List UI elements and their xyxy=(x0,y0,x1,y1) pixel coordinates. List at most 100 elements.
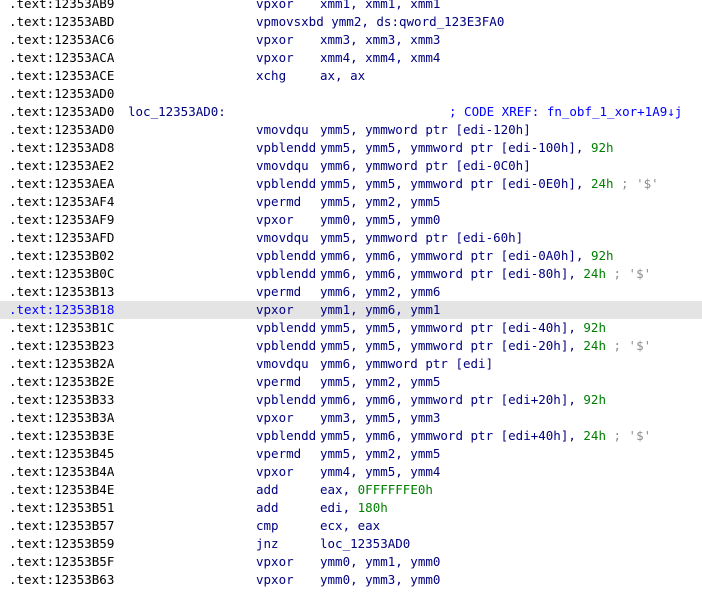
listing-row[interactable]: .text:12353AF4 vpermd ymm5, ymm2, ymm5 xyxy=(0,193,702,211)
mnemonic[interactable]: vpxor xyxy=(256,301,294,319)
disassembly-listing[interactable]: .text:12353AB9 vpxor xmm1, xmm1, xmm1 .text… xyxy=(0,0,702,589)
mnemonic[interactable]: vpxor xyxy=(256,49,294,67)
address[interactable]: .text:12353B57 xyxy=(9,517,114,535)
mnemonic[interactable]: vpermd xyxy=(256,193,301,211)
listing-row[interactable]: .text:12353AD0 xyxy=(0,85,702,103)
listing-row[interactable]: .text:12353B2A vmovdqu ymm6, ymmword ptr [… xyxy=(0,355,702,373)
address[interactable]: .text:12353B51 xyxy=(9,499,114,517)
address[interactable]: .text:12353B33 xyxy=(9,391,114,409)
address[interactable]: .text:12353AFD xyxy=(9,229,114,247)
address[interactable]: .text:12353ACE xyxy=(9,67,114,85)
mnemonic[interactable]: vpxor xyxy=(256,211,294,229)
operands[interactable]: ymm6, ymm6, ymmword ptr [edi+20h], 92h xyxy=(320,391,606,409)
address[interactable]: .text:12353B23 xyxy=(9,337,114,355)
operands[interactable]: ymm3, ymm5, ymm3 xyxy=(320,409,440,427)
listing-row[interactable]: .text:12353B3E vpblendd ymm5, ymm6, ymmwor… xyxy=(0,427,702,445)
listing-row[interactable]: .text:12353AD0 loc_12353AD0: ; CODE XREF: … xyxy=(0,103,702,121)
listing-row[interactable]: .text:12353B13 vpermd ymm6, ymm2, ymm6 xyxy=(0,283,702,301)
address[interactable]: .text:12353AD0 xyxy=(9,85,114,103)
mnemonic[interactable]: vpblendd xyxy=(256,319,316,337)
mnemonic[interactable]: vmovdqu xyxy=(256,157,309,175)
listing-row[interactable]: .text:12353AE2 vmovdqu ymm6, ymmword ptr [… xyxy=(0,157,702,175)
operands[interactable]: ymm0, ymm3, ymm0 xyxy=(320,571,440,589)
address[interactable]: .text:12353B45 xyxy=(9,445,114,463)
listing-row[interactable]: .text:12353AF9 vpxor ymm0, ymm5, ymm0 xyxy=(0,211,702,229)
listing-row[interactable]: .text:12353B51 add edi, 180h xyxy=(0,499,702,517)
operands[interactable]: eax, 0FFFFFFE0h xyxy=(320,481,433,499)
mnemonic[interactable]: vpxor xyxy=(256,409,294,427)
address[interactable]: .text:12353B3A xyxy=(9,409,114,427)
address[interactable]: .text:12353AF9 xyxy=(9,211,114,229)
listing-row[interactable]: .text:12353B02 vpblendd ymm6, ymm6, ymmwor… xyxy=(0,247,702,265)
operands[interactable]: ymm4, ymm5, ymm4 xyxy=(320,463,440,481)
address[interactable]: .text:12353B59 xyxy=(9,535,114,553)
listing-row[interactable]: .text:12353ACA vpxor xmm4, xmm4, xmm4 xyxy=(0,49,702,67)
address[interactable]: .text:12353B5F xyxy=(9,553,114,571)
address[interactable]: .text:12353AD8 xyxy=(9,139,114,157)
address[interactable]: .text:12353B2A xyxy=(9,355,114,373)
mnemonic[interactable]: vpblendd xyxy=(256,247,316,265)
operands[interactable]: ymm6, ymm6, ymmword ptr [edi-0A0h], 92h xyxy=(320,247,614,265)
mnemonic[interactable]: vmovdqu xyxy=(256,229,309,247)
mnemonic[interactable]: cmp xyxy=(256,517,279,535)
listing-row[interactable]: .text:12353B0C vpblendd ymm6, ymm6, ymmwor… xyxy=(0,265,702,283)
mnemonic[interactable]: vpermd xyxy=(256,373,301,391)
address[interactable]: .text:12353B63 xyxy=(9,571,114,589)
operands[interactable]: ymm5, ymm2, ymm5 xyxy=(320,445,440,463)
listing-row[interactable]: .text:12353B1C vpblendd ymm5, ymm5, ymmwor… xyxy=(0,319,702,337)
operands[interactable]: ymm5, ymm5, ymmword ptr [edi-40h], 92h xyxy=(320,319,606,337)
operands[interactable]: ymm6, ymmword ptr [edi] xyxy=(320,355,493,373)
mnemonic[interactable]: vpblendd xyxy=(256,391,316,409)
operands[interactable]: ymm5, ymm2, ymm5 xyxy=(320,373,440,391)
listing-row[interactable]: .text:12353AEA vpblendd ymm5, ymm5, ymmwor… xyxy=(0,175,702,193)
operands[interactable]: ymm0, ymm5, ymm0 xyxy=(320,211,440,229)
operands[interactable]: ymm5, ymm5, ymmword ptr [edi-20h], 24h ;… xyxy=(320,337,651,355)
listing-row[interactable]: .text:12353B4A vpxor ymm4, ymm5, ymm4 xyxy=(0,463,702,481)
operands[interactable]: ymm6, ymmword ptr [edi-0C0h] xyxy=(320,157,531,175)
address[interactable]: .text:12353B2E xyxy=(9,373,114,391)
mnemonic[interactable]: vpblendd xyxy=(256,175,316,193)
operands[interactable]: xmm3, xmm3, xmm3 xyxy=(320,31,440,49)
listing-row[interactable]: .text:12353AB9 vpxor xmm1, xmm1, xmm1 xyxy=(0,0,702,13)
mnemonic[interactable]: xchg xyxy=(256,67,286,85)
address[interactable]: .text:12353AE2 xyxy=(9,157,114,175)
address[interactable]: .text:12353AD0 xyxy=(9,121,114,139)
listing-row[interactable]: .text:12353B33 vpblendd ymm6, ymm6, ymmwor… xyxy=(0,391,702,409)
mnemonic[interactable]: vpermd xyxy=(256,445,301,463)
operands[interactable]: ymm5, ymmword ptr [edi-120h] xyxy=(320,121,531,139)
listing-row[interactable]: .text:12353B2E vpermd ymm5, ymm2, ymm5 xyxy=(0,373,702,391)
operands[interactable]: ecx, eax xyxy=(320,517,380,535)
listing-row[interactable]: .text:12353B63 vpxor ymm0, ymm3, ymm0 xyxy=(0,571,702,589)
operands[interactable]: xmm4, xmm4, xmm4 xyxy=(320,49,440,67)
operands[interactable]: ymm5, ymm6, ymmword ptr [edi+40h], 24h ;… xyxy=(320,427,651,445)
operands[interactable]: ymm6, ymm2, ymm6 xyxy=(320,283,440,301)
mnemonic[interactable]: vpblendd xyxy=(256,139,316,157)
mnemonic[interactable]: vpblendd xyxy=(256,337,316,355)
operands[interactable]: ax, ax xyxy=(320,67,365,85)
address[interactable]: .text:12353AD0 xyxy=(9,103,114,121)
address[interactable]: .text:12353B02 xyxy=(9,247,114,265)
operands[interactable]: ymm5, ymm5, ymmword ptr [edi-100h], 92h xyxy=(320,139,614,157)
operands[interactable]: ymm5, ymm5, ymmword ptr [edi-0E0h], 24h … xyxy=(320,175,659,193)
operands[interactable]: ymm5, ymmword ptr [edi-60h] xyxy=(320,229,523,247)
listing-row[interactable]: .text:12353AD0 vmovdqu ymm5, ymmword ptr [… xyxy=(0,121,702,139)
address[interactable]: .text:12353B13 xyxy=(9,283,114,301)
address[interactable]: .text:12353B18 xyxy=(9,301,114,319)
mnemonic[interactable]: add xyxy=(256,481,279,499)
address[interactable]: .text:12353AF4 xyxy=(9,193,114,211)
address[interactable]: .text:12353ACA xyxy=(9,49,114,67)
operands[interactable]: ymm6, ymm6, ymmword ptr [edi-80h], 24h ;… xyxy=(320,265,651,283)
mnemonic[interactable]: jnz xyxy=(256,535,279,553)
xref-comment[interactable]: ; CODE XREF: fn_obf_1_xor+1A9↓j xyxy=(449,103,682,121)
address[interactable]: .text:12353B3E xyxy=(9,427,114,445)
mnemonic[interactable]: vpxor xyxy=(256,463,294,481)
address[interactable]: .text:12353AB9 xyxy=(9,0,114,13)
operands[interactable]: loc_12353AD0 xyxy=(320,535,410,553)
listing-row[interactable]: .text:12353B3A vpxor ymm3, ymm5, ymm3 xyxy=(0,409,702,427)
mnemonic[interactable]: vmovdqu xyxy=(256,355,309,373)
listing-row[interactable]: .text:12353AFD vmovdqu ymm5, ymmword ptr [… xyxy=(0,229,702,247)
mnemonic[interactable]: vpermd xyxy=(256,283,301,301)
operands[interactable]: ymm5, ymm2, ymm5 xyxy=(320,193,440,211)
listing-row[interactable]: .text:12353B18 vpxor ymm1, ymm6, ymm1 xyxy=(0,301,702,319)
mnemonic[interactable]: vpblendd xyxy=(256,265,316,283)
